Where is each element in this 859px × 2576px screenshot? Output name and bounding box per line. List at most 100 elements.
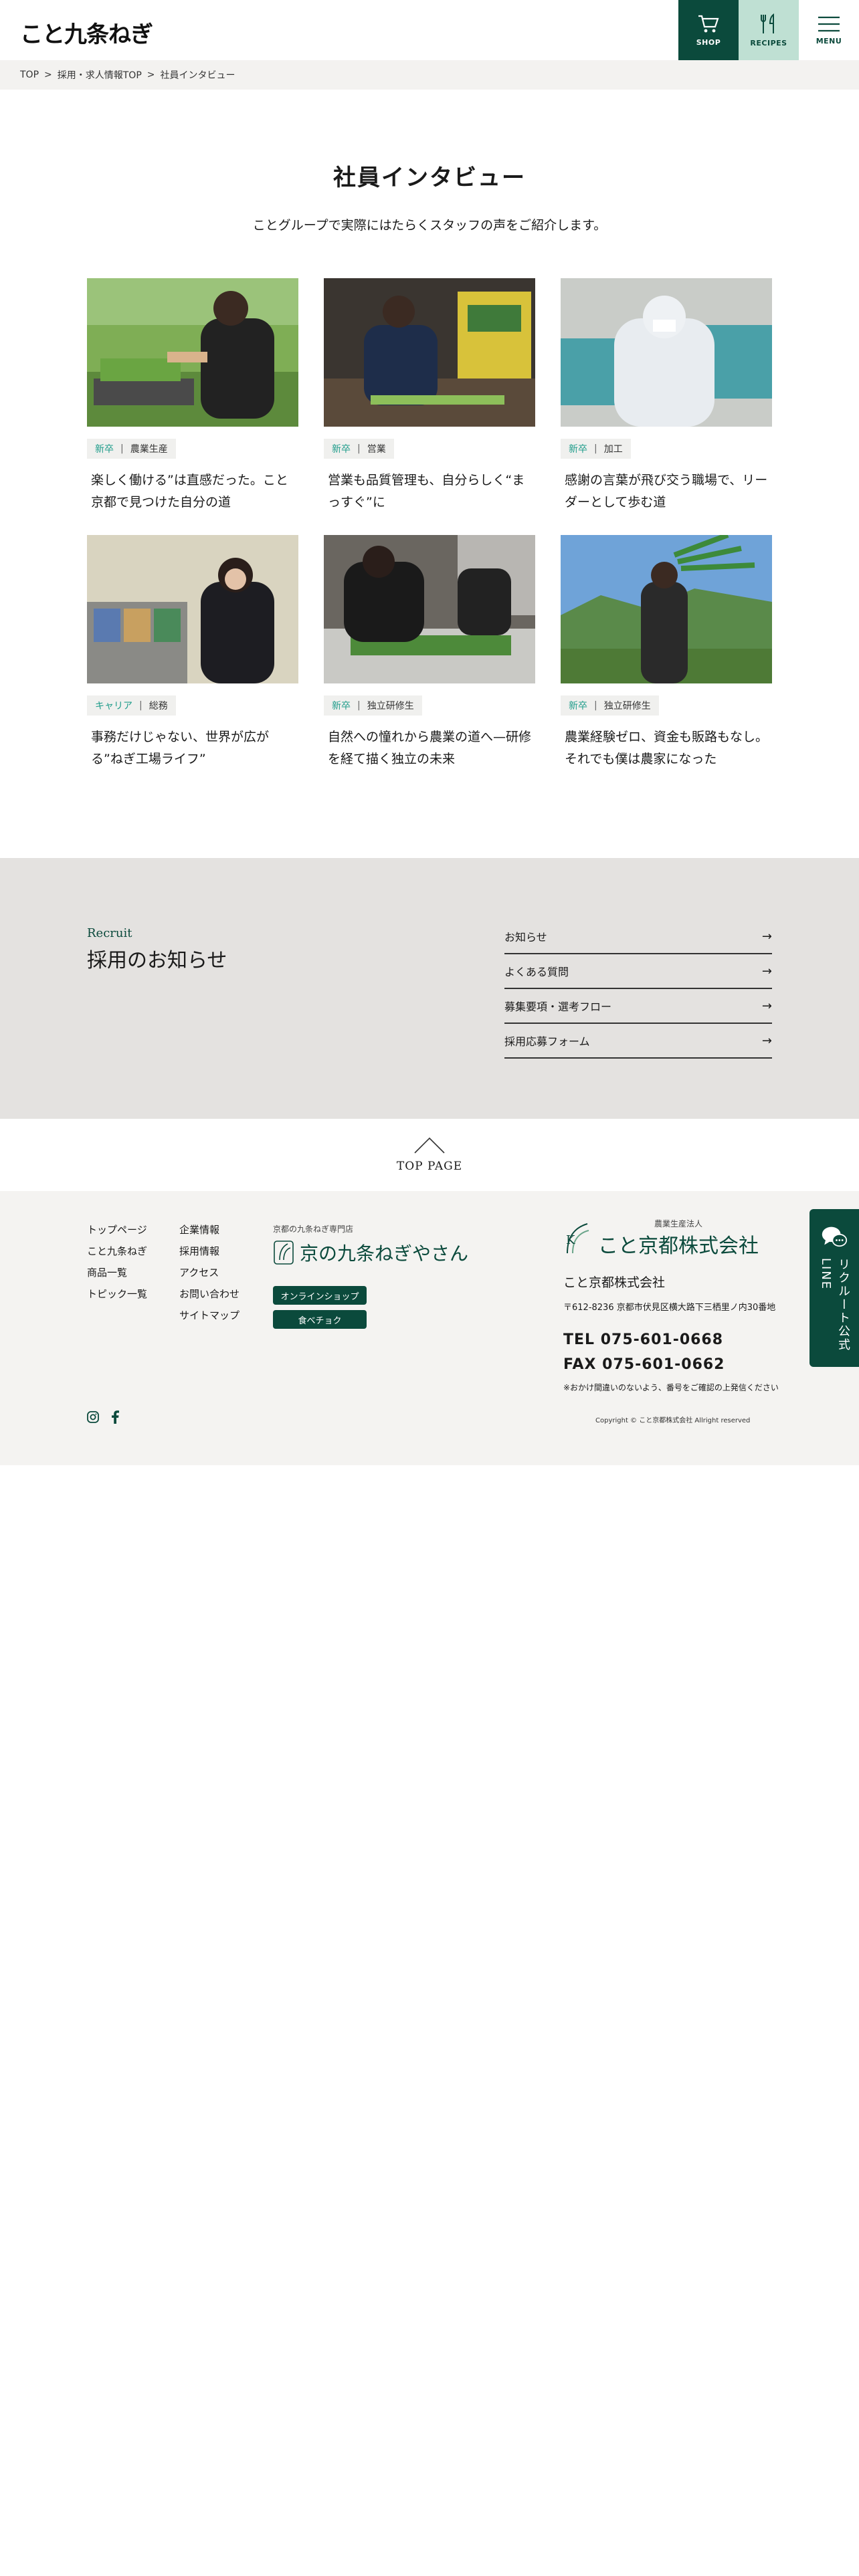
interview-title[interactable]: 事務だけじゃない、世界が広がる”ねぎ工場ライフ” [87, 726, 298, 770]
news-label-en: Recruit [87, 926, 132, 940]
tag-role: 総務 [149, 701, 168, 712]
interview-title[interactable]: 農業経験ゼロ、資金も販路もなし。それでも僕は農家になった [561, 726, 772, 770]
tag-role: 独立研修生 [603, 701, 651, 712]
shop-button[interactable]: SHOP [678, 0, 739, 60]
cutlery-icon [761, 13, 774, 33]
chevron-up-icon [414, 1137, 445, 1154]
tabechoku-button[interactable]: 食べチョク [273, 1310, 367, 1329]
tag-divider: | [357, 443, 361, 454]
interview-tags: キャリア | 総務 [87, 695, 176, 716]
tag-hire-type: 新卒 [569, 444, 587, 455]
news-link-label: 採用応募フォーム [504, 1035, 590, 1048]
tag-divider: | [357, 700, 361, 711]
breadcrumb-recruit[interactable]: 採用・求人情報TOP [58, 68, 142, 82]
interview-card[interactable]: 新卒 | 独立研修生 自然への憧れから農業の道へ—研修を経て描く独立の未来 [324, 535, 535, 770]
corp-logo-tagline: 農業生産法人 [654, 1219, 702, 1228]
interview-tags: 新卒 | 営業 [324, 439, 394, 459]
footer-nav-col-2: 企業情報 採用情報 アクセス お問い合わせ サイトマップ [179, 1219, 240, 1326]
news-link-list: お知らせ → よくある質問 → 募集要項・選考フロー → 採用応募フォーム → [504, 920, 772, 1059]
footer-link[interactable]: サイトマップ [179, 1305, 240, 1326]
interview-title[interactable]: 営業も品質管理も、自分らしく“まっすぐ”に [324, 469, 535, 514]
svg-text:K: K [566, 1233, 575, 1247]
interview-title[interactable]: 感謝の言葉が飛び交う職場で、リーダーとして歩む道 [561, 469, 772, 514]
recruit-line-button[interactable]: リクルート公式LINE [809, 1209, 859, 1367]
breadcrumb-top[interactable]: TOP [20, 70, 39, 80]
negi-emblem-icon [274, 1241, 294, 1265]
interview-photo [324, 535, 535, 683]
interview-title[interactable]: 自然への憧れから農業の道へ—研修を経て描く独立の未来 [324, 726, 535, 770]
kyo-logo-text: 京の九条ねぎやさん [300, 1243, 469, 1265]
footer-link[interactable]: 商品一覧 [87, 1262, 147, 1283]
interview-photo [561, 535, 772, 683]
instagram-icon[interactable] [87, 1411, 99, 1423]
interview-title[interactable]: 楽しく働ける”は直感だった。こと京都で見つけた自分の道 [87, 469, 298, 514]
footer-link[interactable]: トップページ [87, 1219, 147, 1241]
phone-number[interactable]: TEL 075-601-0668 [563, 1331, 723, 1348]
cart-icon [698, 15, 719, 32]
interview-card[interactable]: 新卒 | 独立研修生 農業経験ゼロ、資金も販路もなし。それでも僕は農家になった [561, 535, 772, 770]
recipes-button[interactable]: RECIPES [739, 0, 799, 60]
interview-card[interactable]: 新卒 | 加工 感謝の言葉が飛び交う職場で、リーダーとして歩む道 [561, 278, 772, 514]
news-link-info[interactable]: お知らせ → [504, 920, 772, 954]
breadcrumb: TOP > 採用・求人情報TOP > 社員インタビュー [0, 60, 859, 90]
online-shop-button[interactable]: オンラインショップ [273, 1286, 367, 1305]
page-lead: ことグループで実際にはたらくスタッフの声をご紹介します。 [252, 218, 607, 233]
site-header: こと九条ねぎ SHOP RECIPES MENU [0, 0, 859, 60]
koto-emblem-icon: K [566, 1222, 589, 1253]
site-logo[interactable]: こと九条ねぎ [20, 16, 153, 49]
news-link-application-form[interactable]: 採用応募フォーム → [504, 1024, 772, 1059]
breadcrumb-current: 社員インタビュー [160, 70, 235, 81]
tag-hire-type: キャリア [95, 701, 132, 712]
footer-link[interactable]: こと九条ねぎ [87, 1241, 147, 1262]
arrow-right-icon: → [761, 964, 772, 978]
kyo-tagline: 京都の九条ねぎ専門店 [273, 1224, 354, 1234]
news-label-ja: 採用のお知らせ [87, 949, 227, 972]
tag-role: 加工 [603, 444, 623, 455]
sns-links [87, 1410, 119, 1424]
arrow-right-icon: → [761, 998, 772, 1013]
interview-photo [324, 278, 535, 427]
shop-label: SHOP [696, 37, 721, 47]
corp-name: こと京都株式会社 [563, 1275, 666, 1290]
chevron-right-icon: > [44, 70, 52, 80]
chevron-right-icon: > [147, 70, 155, 80]
footer-link[interactable]: アクセス [179, 1262, 240, 1283]
footer-link[interactable]: 採用情報 [179, 1241, 240, 1262]
tag-role: 営業 [367, 444, 386, 455]
interview-tags: 新卒 | 独立研修生 [561, 695, 659, 716]
arrow-right-icon: → [761, 1033, 772, 1048]
menu-label: MENU [816, 36, 842, 45]
corp-address: 〒612-8236 京都市伏見区横大路下三栖里ノ内30番地 [563, 1303, 776, 1313]
tag-role: 農業生産 [130, 444, 168, 455]
interview-card[interactable]: キャリア | 総務 事務だけじゃない、世界が広がる”ねぎ工場ライフ” [87, 535, 298, 770]
back-to-top-button[interactable]: TOP PAGE [0, 1137, 859, 1173]
tag-hire-type: 新卒 [95, 444, 114, 455]
arrow-right-icon: → [761, 929, 772, 944]
corp-logo[interactable]: K 農業生産法人 こと京都株式会社 [563, 1218, 759, 1259]
footer-link[interactable]: トピック一覧 [87, 1283, 147, 1305]
chat-bubbles-icon [822, 1226, 848, 1247]
tag-divider: | [594, 700, 597, 711]
hamburger-icon [818, 16, 840, 31]
tag-hire-type: 新卒 [332, 444, 351, 455]
phone-notice: ※おかけ間違いのないよう、番号をご確認の上発信ください [563, 1383, 779, 1392]
interview-card[interactable]: 新卒 | 営業 営業も品質管理も、自分らしく“まっすぐ”に [324, 278, 535, 514]
back-to-top-label: TOP PAGE [396, 1160, 463, 1173]
facebook-icon[interactable] [111, 1410, 119, 1424]
corp-logo-text: こと京都株式会社 [598, 1235, 759, 1258]
interview-photo [87, 278, 298, 427]
interview-photo [87, 535, 298, 683]
tag-divider: | [139, 700, 142, 711]
news-link-faq[interactable]: よくある質問 → [504, 954, 772, 989]
fax-number: FAX 075-601-0662 [563, 1356, 725, 1373]
site-footer: トップページ こと九条ねぎ 商品一覧 トピック一覧 企業情報 採用情報 アクセス… [0, 1191, 859, 1465]
copyright: Copyright © こと京都株式会社 Allright reserved [595, 1417, 751, 1424]
footer-link[interactable]: お問い合わせ [179, 1283, 240, 1305]
menu-button[interactable]: MENU [799, 0, 859, 60]
footer-link[interactable]: 企業情報 [179, 1219, 240, 1241]
interview-card[interactable]: 新卒 | 農業生産 楽しく働ける”は直感だった。こと京都で見つけた自分の道 [87, 278, 298, 514]
news-link-requirements[interactable]: 募集要項・選考フロー → [504, 989, 772, 1024]
interview-tags: 新卒 | 加工 [561, 439, 631, 459]
kyo-negiyasan-logo[interactable]: 京の九条ねぎやさん [273, 1239, 468, 1266]
tag-role: 独立研修生 [367, 701, 414, 712]
